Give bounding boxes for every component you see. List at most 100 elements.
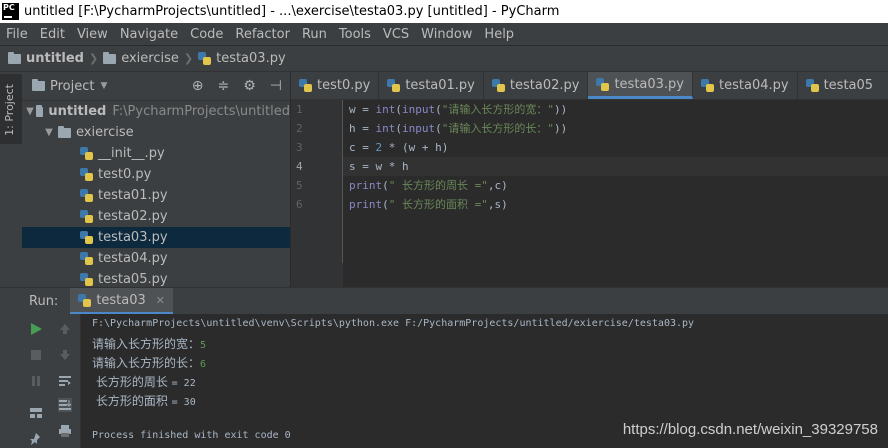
breadcrumb-file-label: testa03.py: [216, 51, 286, 66]
pin-icon[interactable]: [29, 432, 43, 446]
caret-down-icon[interactable]: ▼: [42, 127, 56, 138]
breadcrumb-project[interactable]: untitled: [8, 51, 84, 66]
rerun-icon[interactable]: [29, 322, 43, 336]
tab-testa03[interactable]: testa03.py: [588, 72, 694, 99]
code-editor[interactable]: w = int(input("请输入长方形的宽：")) h = int(inpu…: [343, 100, 888, 287]
project-panel-title[interactable]: Project: [50, 79, 94, 94]
chevron-right-icon: ❯: [88, 52, 99, 65]
tab-label: testa03.py: [614, 76, 685, 92]
tab-test0[interactable]: test0.py: [291, 72, 380, 99]
tree-item-file-selected[interactable]: testa03.py: [22, 227, 290, 248]
tree-item-folder[interactable]: ▼ exiercise: [22, 122, 290, 143]
scroll-to-end-icon[interactable]: [58, 398, 72, 412]
project-panel: Project ▼ ⊕ ≑ ⚙ ⊣ ▼ untitled F:\PycharmP…: [22, 72, 290, 287]
menu-edit[interactable]: Edit: [34, 27, 71, 42]
window-title: untitled [F:\PycharmProjects\untitled] -…: [24, 4, 560, 19]
python-file-icon: [80, 210, 93, 223]
hide-panel-icon[interactable]: ⊣: [270, 78, 282, 94]
python-file-icon: [805, 79, 819, 92]
code-token: input: [402, 103, 436, 116]
pycharm-logo-icon: PC: [2, 3, 19, 20]
menu-navigate[interactable]: Navigate: [114, 27, 184, 42]
python-file-icon: [198, 52, 212, 65]
line-number: 6: [296, 198, 303, 211]
layout-icon[interactable]: [29, 406, 43, 420]
menu-code[interactable]: Code: [184, 27, 229, 42]
tree-item-file[interactable]: __init__.py: [22, 143, 290, 164]
console-user-input: 6: [200, 359, 207, 370]
code-token: (: [382, 198, 389, 211]
line-number: 3: [296, 141, 303, 154]
stop-icon[interactable]: [29, 348, 43, 362]
python-file-icon: [80, 273, 93, 286]
tree-item-file[interactable]: testa01.py: [22, 185, 290, 206]
run-tab[interactable]: testa03 ✕: [70, 288, 174, 314]
line-number: 2: [296, 122, 303, 135]
tab-testa02[interactable]: testa02.py: [484, 72, 589, 99]
collapse-all-icon[interactable]: ≑: [218, 78, 230, 94]
soft-wrap-icon[interactable]: [58, 374, 72, 388]
menu-tools[interactable]: Tools: [333, 27, 377, 42]
editor-tab-bar: test0.py testa01.py testa02.py testa03.p…: [291, 72, 888, 100]
console-user-input: 5: [200, 340, 207, 351]
code-token: w =: [349, 103, 376, 116]
watermark: https://blog.csdn.net/weixin_39329758: [622, 421, 878, 438]
tree-item-file[interactable]: test0.py: [22, 164, 290, 185]
python-file-icon: [491, 79, 505, 92]
caret-down-icon[interactable]: ▼: [26, 106, 34, 117]
menu-bar: File Edit View Navigate Code Refactor Ru…: [0, 23, 888, 45]
breadcrumb-file[interactable]: testa03.py: [198, 51, 286, 66]
tab-label: testa04.py: [719, 78, 789, 93]
code-token: ,s): [487, 198, 508, 211]
run-tab-label: testa03: [96, 292, 146, 308]
arrow-up-icon[interactable]: [58, 322, 72, 336]
print-icon[interactable]: [58, 424, 72, 438]
console-prompt: 请输入长方形的长：: [92, 356, 201, 370]
code-line-current[interactable]: s = w * h: [343, 157, 888, 176]
code-line[interactable]: h = int(input("请输入长方形的长：")): [343, 119, 888, 138]
code-line[interactable]: w = int(input("请输入长方形的宽：")): [343, 100, 888, 119]
locate-target-icon[interactable]: ⊕: [192, 78, 204, 94]
python-file-icon: [80, 147, 93, 160]
arrow-down-icon[interactable]: [58, 348, 72, 362]
code-line[interactable]: print(" 长方形的周长 =",c): [343, 176, 888, 195]
python-file-icon: [80, 231, 93, 244]
code-token: (: [435, 122, 442, 135]
project-panel-header: Project ▼ ⊕ ≑ ⚙ ⊣: [22, 72, 290, 101]
tree-item-file[interactable]: testa04.py: [22, 248, 290, 269]
menu-vcs[interactable]: VCS: [377, 27, 415, 42]
folder-icon: [103, 51, 117, 64]
menu-view[interactable]: View: [71, 27, 114, 42]
pause-icon[interactable]: [29, 374, 43, 388]
code-token: )): [554, 103, 568, 116]
console-toolbar: [50, 314, 81, 448]
code-token: print: [349, 198, 383, 211]
code-line[interactable]: print(" 长方形的面积 =",s): [343, 195, 888, 214]
menu-window[interactable]: Window: [415, 27, 478, 42]
line-number-gutter: 1 2 3 4 5 6: [291, 100, 343, 287]
menu-help[interactable]: Help: [478, 27, 520, 42]
tree-folder-label: exiercise: [76, 125, 134, 140]
tree-root-path: F:\PycharmProjects\untitled: [112, 104, 290, 119]
tab-testa05[interactable]: testa05: [798, 72, 881, 99]
menu-file[interactable]: File: [0, 27, 34, 42]
chevron-down-icon[interactable]: ▼: [100, 81, 107, 91]
python-run-config-icon: [78, 293, 92, 307]
tree-file-label: testa02.py: [98, 209, 168, 224]
breadcrumb-folder[interactable]: exiercise: [103, 51, 179, 66]
code-line[interactable]: c = 2 * (w + h): [343, 138, 888, 157]
console-output-label: 长方形的面积: [92, 394, 172, 408]
tab-testa01[interactable]: testa01.py: [379, 72, 484, 99]
menu-refactor[interactable]: Refactor: [229, 27, 296, 42]
tree-item-file[interactable]: testa02.py: [22, 206, 290, 227]
close-icon[interactable]: ✕: [156, 294, 165, 307]
breadcrumb-folder-label: exiercise: [121, 51, 179, 66]
tab-testa04[interactable]: testa04.py: [693, 72, 798, 99]
console-output-value: = 22: [171, 378, 196, 389]
tree-item-root[interactable]: ▼ untitled F:\PycharmProjects\untitled: [22, 101, 290, 122]
code-token: int: [375, 103, 396, 116]
console-output-value: = 30: [171, 397, 196, 408]
tool-window-tab-project[interactable]: 1: Project: [0, 74, 22, 144]
menu-run[interactable]: Run: [296, 27, 333, 42]
gear-icon[interactable]: ⚙: [243, 78, 256, 94]
